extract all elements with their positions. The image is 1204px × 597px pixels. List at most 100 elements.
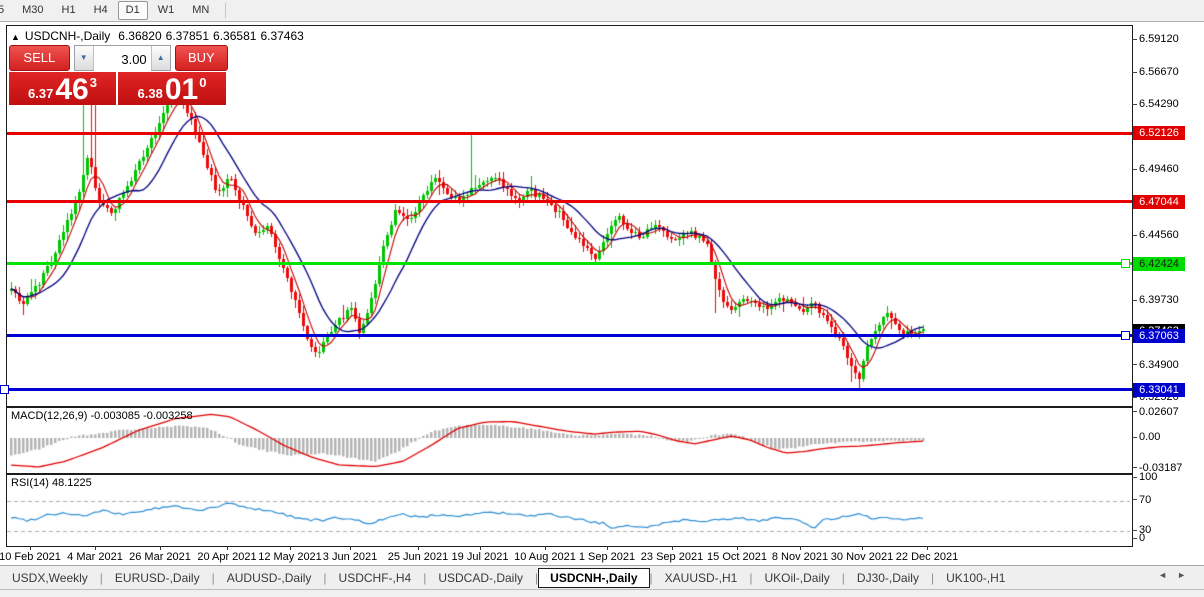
chart-tab-usdcad-daily[interactable]: USDCAD-,Daily — [426, 569, 535, 587]
price-tick-label: 6.34900 — [1139, 358, 1179, 371]
volume-input[interactable] — [93, 46, 151, 72]
date-tick-mark — [418, 546, 419, 550]
timeframe-button-w1[interactable]: W1 — [150, 1, 183, 20]
macd-tick-mark — [1132, 436, 1137, 438]
volume-decrease-icon[interactable]: ▼ — [74, 46, 94, 70]
volume-increase-icon[interactable]: ▲ — [150, 46, 170, 70]
sell-button[interactable]: SELL — [9, 45, 70, 71]
line-drag-handle[interactable] — [1121, 331, 1130, 341]
rsi-value: 48.1225 — [51, 477, 92, 489]
timeframe-button-h4[interactable]: H4 — [86, 1, 116, 20]
timeframe-button-m30[interactable]: M30 — [14, 1, 51, 20]
horizontal-line[interactable] — [7, 262, 1132, 266]
chart-tab-eurusd-daily[interactable]: EURUSD-,Daily — [103, 569, 212, 587]
price-badge: 6.52126 — [1133, 126, 1185, 141]
line-drag-handle[interactable] — [1121, 259, 1130, 269]
chart-tab-ukoil-daily[interactable]: UKOil-,Daily — [752, 569, 841, 587]
chart-title: ▲ USDCNH-,Daily 6.36820 6.37851 6.36581 6.374… — [11, 29, 308, 43]
price-tick-label: 6.59120 — [1139, 33, 1179, 46]
sell-price-pips: 46 — [55, 73, 89, 106]
date-tick-mark — [95, 546, 96, 550]
date-tick-label: 25 Jun 2021 — [387, 551, 449, 563]
collapse-trade-panel-icon[interactable]: ▲ — [11, 32, 20, 42]
price-tick-mark — [1132, 103, 1137, 105]
ohlc-close: 6.37463 — [260, 29, 304, 43]
rsi-indicator-panel: RSI(14) 48.1225 — [6, 474, 1133, 547]
rsi-name: RSI(14) — [11, 477, 49, 489]
main-chart-panel: ▲ USDCNH-,Daily 6.36820 6.37851 6.36581 6.374… — [6, 25, 1133, 407]
chart-tab-uk100-h1[interactable]: UK100-,H1 — [934, 569, 1017, 587]
line-drag-handle[interactable] — [0, 385, 9, 395]
date-tick-mark — [30, 546, 31, 550]
price-badge: 6.33041 — [1133, 382, 1185, 397]
buy-price-display[interactable]: 6.38 01 0 — [118, 72, 226, 105]
timeframe-button-mn[interactable]: MN — [184, 1, 217, 20]
timeframe-toolbar: 5 M30 H1 H4 D1 W1 MN — [0, 0, 1204, 22]
date-tick-label: 1 Sep 2021 — [578, 551, 636, 563]
buy-button[interactable]: BUY — [174, 45, 228, 71]
macd-label: MACD(12,26,9) -0.003085 -0.003258 — [11, 410, 193, 422]
price-tick-label: 6.56670 — [1139, 66, 1179, 79]
rsi-tick-label: 0 — [1139, 532, 1146, 544]
date-tick-label: 10 Feb 2021 — [0, 551, 61, 563]
chart-tab-usdchf-h4[interactable]: USDCHF-,H4 — [327, 569, 424, 587]
buy-price-point: 0 — [199, 75, 207, 90]
chart-tab-xauusd-h1[interactable]: XAUUSD-,H1 — [653, 569, 750, 587]
rsi-label: RSI(14) 48.1225 — [11, 477, 92, 489]
chart-tab-dj30-daily[interactable]: DJ30-,Daily — [845, 569, 931, 587]
volume-stepper: ▼ ▲ — [73, 45, 171, 72]
one-click-trade-widget: SELL ▼ ▲ BUY 6.37463 6.38010 — [9, 45, 228, 105]
rsi-tick-label: 100 — [1139, 471, 1158, 483]
rsi-tick-mark — [1132, 529, 1137, 531]
date-tick-mark — [607, 546, 608, 550]
timeframe-button-h1[interactable]: H1 — [54, 1, 84, 20]
ohlc-low: 6.36581 — [213, 29, 257, 43]
ohlc-open: 6.36820 — [118, 29, 162, 43]
sell-price-display[interactable]: 6.37 46 3 — [9, 72, 116, 105]
rsi-tick-label: 70 — [1139, 493, 1152, 506]
price-tick-label: 6.39730 — [1139, 294, 1179, 307]
date-tick-label: 19 Jul 2021 — [451, 551, 509, 563]
date-tick-mark — [350, 546, 351, 550]
date-tick-mark — [480, 546, 481, 550]
horizontal-line[interactable] — [7, 200, 1132, 204]
price-tick-mark — [1132, 364, 1137, 366]
price-badge: 6.42424 — [1133, 256, 1185, 271]
horizontal-line[interactable] — [7, 334, 1132, 338]
chart-tab-bar: USDX,Weekly | EURUSD-,Daily | AUDUSD-,Daily |… — [0, 565, 1204, 589]
bottom-strip — [0, 589, 1204, 597]
date-tick-label: 30 Nov 2021 — [830, 551, 894, 563]
buy-price-prefix: 6.38 — [137, 86, 163, 101]
horizontal-line[interactable] — [7, 388, 1132, 392]
rsi-tick-mark — [1132, 499, 1137, 501]
timeframe-button-5[interactable]: 5 — [0, 1, 12, 20]
toolbar-separator — [225, 3, 227, 18]
date-tick-mark — [545, 546, 546, 550]
date-tick-mark — [672, 546, 673, 550]
date-tick-label: 15 Oct 2021 — [707, 551, 767, 563]
price-badge: 6.37063 — [1133, 328, 1185, 343]
macd-name: MACD(12,26,9) — [11, 410, 88, 422]
date-tick-label: 3 Jun 2021 — [322, 551, 378, 563]
chart-tab-usdcnh-daily[interactable]: USDCNH-,Daily — [538, 567, 650, 588]
timeframe-button-d1[interactable]: D1 — [117, 1, 148, 20]
chart-tab-usdx-weekly[interactable]: USDX,Weekly — [0, 569, 100, 587]
price-tick-mark — [1132, 234, 1137, 236]
rsi-chart[interactable] — [7, 475, 1130, 544]
rsi-tick-mark — [1132, 537, 1137, 539]
tab-scroll-right-icon[interactable]: ► — [1177, 570, 1196, 580]
date-tick-label: 23 Sep 2021 — [640, 551, 704, 563]
buy-price-pips: 01 — [164, 73, 199, 106]
price-tick-mark — [1132, 168, 1137, 170]
date-tick-label: 10 Aug 2021 — [514, 551, 576, 563]
date-tick-mark — [160, 546, 161, 550]
chart-tab-audusd-daily[interactable]: AUDUSD-,Daily — [215, 569, 324, 587]
price-tick-mark — [1132, 71, 1137, 73]
macd-tick-mark — [1132, 467, 1137, 469]
date-tick-label: 20 Apr 2021 — [197, 551, 257, 563]
macd-tick-label: 0.02607 — [1139, 405, 1179, 418]
date-tick-mark — [227, 546, 228, 550]
date-tick-label: 12 May 2021 — [258, 551, 322, 563]
tab-scroll-left-icon[interactable]: ◄ — [1158, 570, 1177, 580]
horizontal-line[interactable] — [7, 131, 1132, 135]
